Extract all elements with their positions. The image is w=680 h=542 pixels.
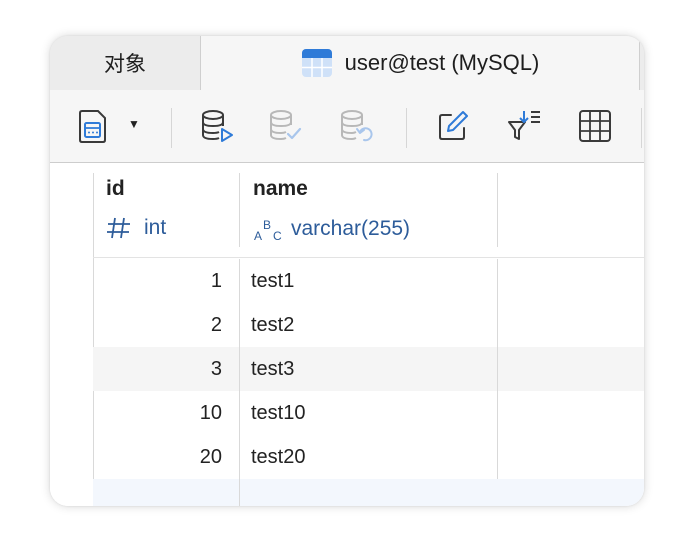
tab-user-table[interactable]: user@test (MySQL) <box>201 36 639 90</box>
cell-name[interactable]: test20 <box>251 435 305 479</box>
column-type-label: int <box>144 216 167 239</box>
database-play-icon <box>202 110 233 142</box>
new-query-dropdown[interactable]: ▼ <box>128 117 140 131</box>
tab-bar: 对象 user@test (MySQL) <box>50 36 644 90</box>
database-revert-icon <box>341 110 373 142</box>
cell-name[interactable]: test2 <box>251 303 294 347</box>
column-type: int <box>106 216 166 240</box>
edit-button[interactable] <box>434 107 472 145</box>
table-row[interactable]: 1 test1 <box>93 259 644 303</box>
pencil-icon <box>439 111 468 140</box>
header-bottom-border <box>93 257 644 258</box>
column-type: A B C varchar(255) <box>253 216 410 242</box>
cell-id[interactable]: 10 <box>93 391 230 435</box>
column-divider[interactable] <box>239 173 240 247</box>
cell-id[interactable]: 20 <box>93 435 230 479</box>
commit-button[interactable] <box>266 107 304 145</box>
text-type-icon: A B C <box>254 218 282 242</box>
cell-id[interactable]: 1 <box>93 259 230 303</box>
cell-id[interactable]: 3 <box>93 347 230 391</box>
cell-name[interactable]: test3 <box>251 347 294 391</box>
toolbar-separator <box>641 108 642 148</box>
toolbar: ▼ <box>50 90 644 163</box>
table-row[interactable]: 20 test20 <box>93 435 644 479</box>
column-divider <box>239 259 240 506</box>
table-editor-window: 对象 user@test (MySQL) ▼ id int name A B C… <box>50 36 644 506</box>
calculator-doc-icon <box>79 110 106 143</box>
table-row[interactable]: 3 test3 <box>93 347 644 391</box>
new-query-button[interactable] <box>74 107 112 145</box>
svg-text:B: B <box>263 218 271 232</box>
cell-id[interactable]: 2 <box>93 303 230 347</box>
toolbar-separator <box>171 108 172 148</box>
tab-user-table-label: user@test (MySQL) <box>344 49 540 75</box>
table-icon <box>301 48 333 78</box>
tab-objects[interactable]: 对象 <box>50 36 201 90</box>
grid-icon <box>579 110 611 142</box>
tab-objects-label: 对象 <box>104 53 146 76</box>
column-name: id <box>106 177 125 200</box>
column-divider[interactable] <box>497 173 498 247</box>
column-name: name <box>253 177 308 200</box>
rollback-button[interactable] <box>337 107 375 145</box>
filter-sort-button[interactable] <box>505 107 543 145</box>
column-header-id[interactable]: id int <box>93 163 239 257</box>
begin-transaction-button[interactable] <box>198 107 236 145</box>
cell-name[interactable]: test10 <box>251 391 305 435</box>
number-type-icon <box>107 217 130 239</box>
column-type-label: varchar(255) <box>291 217 411 240</box>
cell-name[interactable]: test1 <box>251 259 294 303</box>
row-gutter <box>50 163 93 506</box>
database-check-icon <box>270 110 302 141</box>
filter-sort-icon <box>508 111 540 140</box>
table-row[interactable]: 2 test2 <box>93 303 644 347</box>
new-row-placeholder[interactable] <box>93 479 644 506</box>
svg-text:C: C <box>273 229 282 242</box>
tab-overflow <box>639 36 644 90</box>
toolbar-separator <box>406 108 407 148</box>
table-row[interactable]: 10 test10 <box>93 391 644 435</box>
column-header-name[interactable]: name A B C varchar(255) <box>240 163 497 257</box>
data-grid: id int name A B C varchar(255) 1 test1 2… <box>50 163 644 506</box>
grid-view-button[interactable] <box>576 107 614 145</box>
svg-text:A: A <box>254 229 262 242</box>
column-divider <box>497 259 498 479</box>
